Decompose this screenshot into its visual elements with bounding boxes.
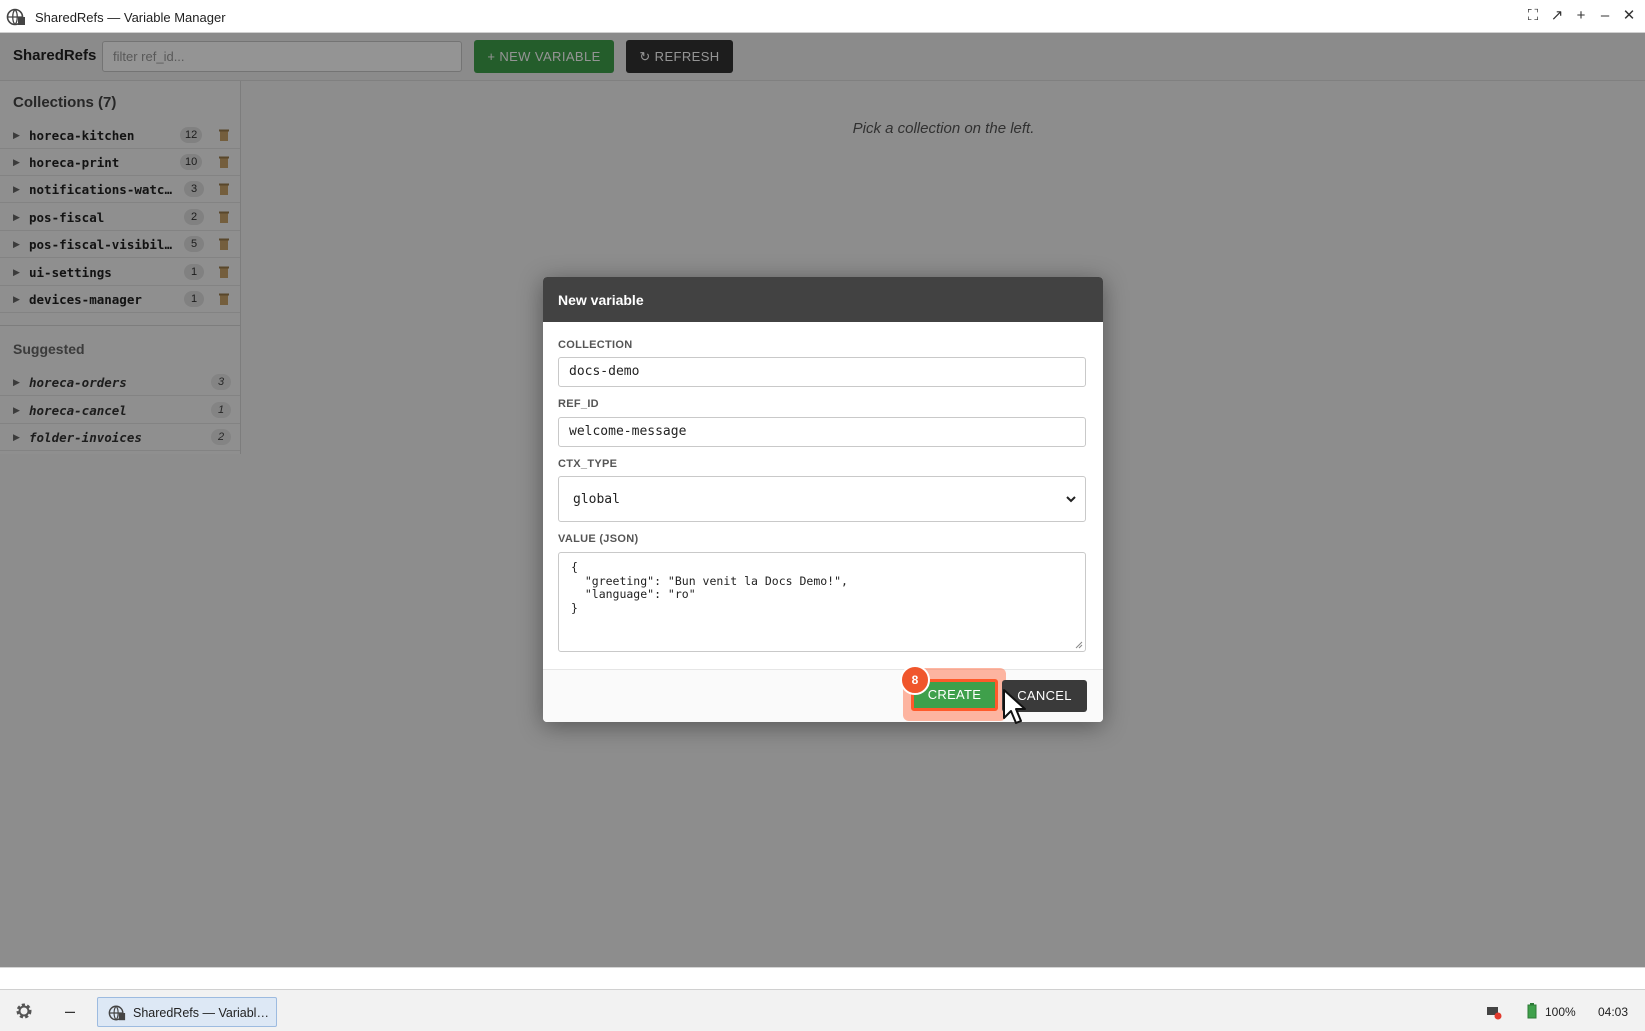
ref-id-label: REF_ID [558, 398, 599, 410]
ctx-type-label: CTX_TYPE [558, 458, 618, 470]
resize-grip-icon[interactable] [1074, 640, 1083, 649]
network-disconnected-icon[interactable] [1486, 1004, 1502, 1020]
value-json-text: { "greeting": "Bun venit la Docs Demo!",… [571, 560, 848, 615]
window-title: SharedRefs — Variable Manager [35, 10, 226, 25]
ref-id-field[interactable]: welcome-message [558, 417, 1086, 447]
dialog-header: New variable [543, 277, 1103, 322]
new-variable-dialog: New variable COLLECTION docs-demo REF_ID… [543, 277, 1103, 722]
fullscreen-icon[interactable]: ⛶ [1523, 6, 1543, 26]
show-desktop-icon[interactable]: – [62, 1000, 78, 1022]
close-icon[interactable]: ✕ [1619, 6, 1639, 26]
taskbar-app-label: SharedRefs — Variabl… [133, 1006, 269, 1020]
clock[interactable]: 04:03 [1598, 1005, 1628, 1019]
ctx-type-value: global [573, 492, 620, 507]
new-window-icon[interactable]: + [1571, 6, 1591, 26]
battery-percentage: 100% [1545, 1005, 1576, 1019]
value-json-textarea[interactable]: { "greeting": "Bun venit la Docs Demo!",… [558, 552, 1086, 652]
status-strip [0, 967, 1645, 989]
collection-label: COLLECTION [558, 339, 633, 351]
taskbar: – SharedRefs — Variabl… 100% 04:03 [0, 989, 1645, 1031]
app-globe-icon [6, 8, 25, 26]
pop-out-icon[interactable]: ↗ [1547, 6, 1567, 26]
taskbar-app-button[interactable]: SharedRefs — Variabl… [97, 997, 277, 1027]
collection-field[interactable]: docs-demo [558, 357, 1086, 387]
ctx-type-select[interactable]: global [558, 476, 1086, 522]
value-json-label: VALUE (JSON) [558, 533, 639, 545]
minimize-icon[interactable]: – [1595, 6, 1615, 26]
dialog-title: New variable [558, 292, 644, 308]
mouse-cursor-icon [1003, 689, 1026, 724]
chevron-down-icon [1066, 496, 1076, 503]
gear-icon[interactable] [13, 1000, 35, 1022]
battery-icon[interactable] [1527, 1003, 1537, 1019]
window-title-bar: SharedRefs — Variable Manager ⛶ ↗ + – ✕ [0, 0, 1645, 33]
step-number-badge: 8 [900, 665, 930, 695]
app-globe-icon [108, 1005, 126, 1021]
